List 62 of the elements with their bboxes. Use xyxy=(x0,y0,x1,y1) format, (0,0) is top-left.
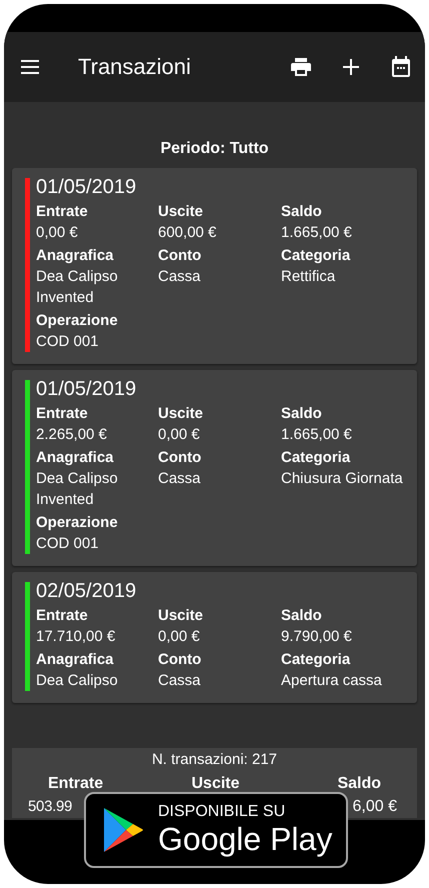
total-label: Entrate xyxy=(48,774,104,794)
calendar-icon xyxy=(389,55,413,79)
transaction-date: 02/05/2019 xyxy=(36,580,138,603)
total-value: 503.99 xyxy=(28,797,72,817)
field-value: COD 001 xyxy=(36,534,100,554)
field-value: Dea Calipso xyxy=(36,671,119,691)
field-value: 0,00 € xyxy=(158,425,201,445)
field-value: Rettifica xyxy=(281,267,336,287)
transaction-count: N. transazioni: 217 xyxy=(152,750,278,768)
field-value: Apertura cassa xyxy=(281,671,382,691)
field-label: Anagrafica xyxy=(36,650,115,670)
field-label: Uscite xyxy=(158,202,204,222)
field-label: Entrate xyxy=(36,606,89,626)
period-label: Periodo: Tutto xyxy=(159,139,270,159)
field-label: Categoria xyxy=(281,448,352,468)
field-value: 0,00 € xyxy=(36,223,79,243)
field-value: Cassa xyxy=(158,267,202,287)
field-label: Categoria xyxy=(281,246,352,266)
field-label: Uscite xyxy=(158,606,204,626)
field-value: 600,00 € xyxy=(158,223,218,243)
printer-icon xyxy=(289,55,313,79)
field-value: Chiusura Giornata xyxy=(281,469,403,489)
calendar-button[interactable] xyxy=(389,55,413,79)
field-value: Dea Calipso Invented xyxy=(36,267,119,308)
transaction-card[interactable]: 01/05/2019 Entrate 0,00 € Uscite 600,00 € Saldo 1.665,00 € Anagrafica Dea Calipso Invented Conto Cassa Categoria Rettifica Operazione COD 001 xyxy=(12,168,417,364)
transaction-date: 01/05/2019 xyxy=(36,378,138,401)
field-value: Dea Calipso Invented xyxy=(36,469,119,510)
play-logo-icon xyxy=(102,806,144,854)
field-value: 0,00 € xyxy=(158,627,201,647)
field-label: Operazione xyxy=(36,513,119,533)
field-label: Conto xyxy=(158,650,202,670)
field-label: Conto xyxy=(158,448,202,468)
field-value: COD 001 xyxy=(36,332,100,352)
total-value: 6,00 € xyxy=(352,797,397,817)
field-value: 2.265,00 € xyxy=(36,425,108,445)
field-label: Saldo xyxy=(281,202,323,222)
field-value: 17.710,00 € xyxy=(36,627,116,647)
field-value: 1.665,00 € xyxy=(281,425,353,445)
field-label: Entrate xyxy=(36,404,89,424)
field-label: Saldo xyxy=(281,606,323,626)
store-badge[interactable]: DISPONIBILE SU Google Play xyxy=(84,792,348,868)
field-label: Anagrafica xyxy=(36,246,115,266)
field-value: 9.790,00 € xyxy=(281,627,353,647)
transaction-date: 01/05/2019 xyxy=(36,176,138,199)
field-label: Conto xyxy=(158,246,202,266)
field-label: Entrate xyxy=(36,202,89,222)
field-value: Cassa xyxy=(158,469,202,489)
field-label: Uscite xyxy=(158,404,204,424)
transaction-card[interactable]: 02/05/2019 Entrate 17.710,00 € Uscite 0,00 € Saldo 9.790,00 € Anagrafica Dea Calipso Conto Cassa Categoria Apertura cassa xyxy=(12,572,417,703)
store-name: Google Play xyxy=(158,821,332,857)
total-label: Uscite xyxy=(191,774,240,794)
field-value: 1.665,00 € xyxy=(281,223,352,243)
field-value: Cassa xyxy=(158,671,202,691)
badge-caption: DISPONIBILE SU xyxy=(158,803,286,821)
field-label: Saldo xyxy=(281,404,323,424)
field-label: Categoria xyxy=(281,650,352,670)
field-label: Anagrafica xyxy=(36,448,115,468)
transaction-card[interactable]: 01/05/2019 Entrate 2.265,00 € Uscite 0,00 € Saldo 1.665,00 € Anagrafica Dea Calipso Invented Conto Cassa Categoria Chiusura Giornata Operazione COD 001 xyxy=(12,370,417,566)
print-button[interactable] xyxy=(289,55,313,79)
total-label: Saldo xyxy=(337,774,381,794)
field-label: Operazione xyxy=(36,311,119,331)
screen-title: Transazioni xyxy=(78,54,192,80)
